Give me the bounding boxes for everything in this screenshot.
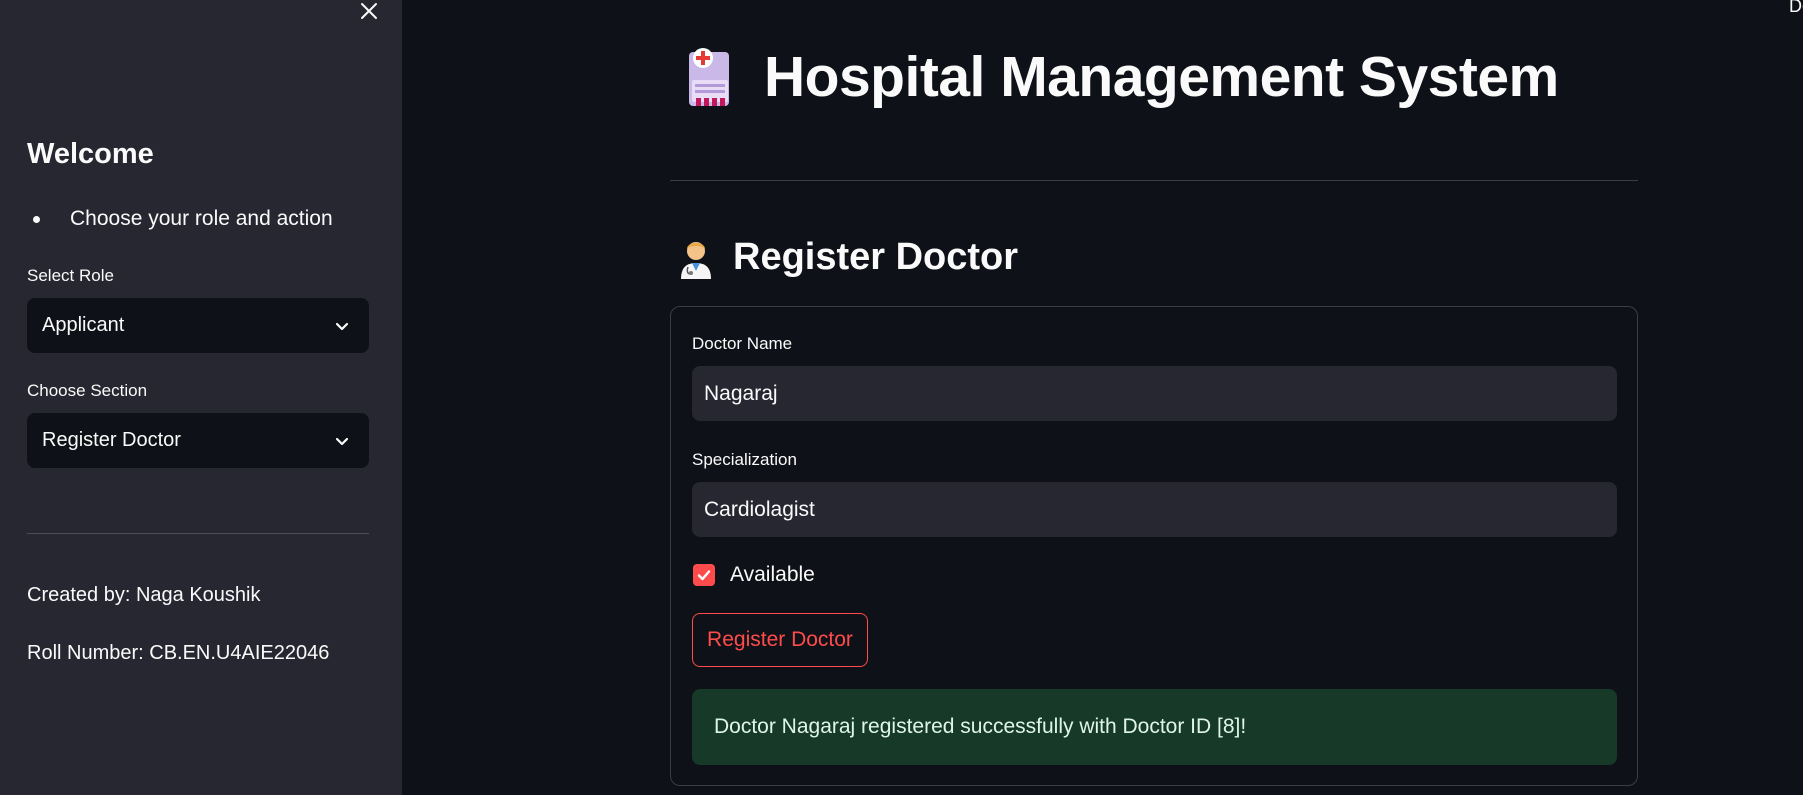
register-doctor-button[interactable]: Register Doctor bbox=[692, 613, 868, 667]
truncated-edge-text: Do bbox=[1789, 0, 1803, 16]
title-divider bbox=[670, 180, 1638, 181]
sidebar-bullet-text: Choose your role and action bbox=[70, 207, 333, 230]
sidebar-welcome-heading: Welcome bbox=[27, 138, 154, 170]
available-checkbox[interactable] bbox=[693, 564, 715, 586]
doctor-icon bbox=[681, 241, 711, 279]
select-role-dropdown[interactable]: Applicant bbox=[27, 298, 369, 353]
success-message: Doctor Nagaraj registered successfully w… bbox=[714, 715, 1247, 738]
register-doctor-form: Doctor Name Specialization Available Reg… bbox=[670, 306, 1638, 786]
choose-section-label: Choose Section bbox=[27, 381, 148, 400]
select-role-label: Select Role bbox=[27, 266, 114, 285]
available-label: Available bbox=[730, 563, 815, 586]
sidebar-bullet-item: Choose your role and action bbox=[30, 207, 333, 231]
doctor-name-label: Doctor Name bbox=[692, 334, 793, 353]
chevron-down-icon bbox=[335, 322, 349, 330]
chevron-down-icon bbox=[335, 437, 349, 445]
specialization-label: Specialization bbox=[692, 450, 797, 469]
page-title-text: Hospital Management System bbox=[764, 45, 1559, 109]
choose-section-value: Register Doctor bbox=[42, 429, 181, 451]
specialization-input[interactable] bbox=[692, 482, 1617, 537]
bullet-dot bbox=[33, 215, 40, 223]
section-heading-text: Register Doctor bbox=[733, 236, 1019, 278]
created-by-text: Created by: Naga Koushik bbox=[27, 584, 261, 606]
checkmark-icon bbox=[697, 570, 711, 581]
select-role-value: Applicant bbox=[42, 314, 125, 336]
roll-number-text: Roll Number: CB.EN.U4AIE22046 bbox=[27, 642, 330, 664]
success-alert: Doctor Nagaraj registered successfully w… bbox=[692, 689, 1617, 765]
page-title: Hospital Management System bbox=[686, 44, 1559, 110]
doctor-name-input[interactable] bbox=[692, 366, 1617, 421]
sidebar-divider bbox=[27, 533, 369, 534]
close-sidebar-button[interactable] bbox=[356, 0, 382, 22]
sidebar: Welcome Choose your role and action Sele… bbox=[0, 0, 402, 795]
choose-section-dropdown[interactable]: Register Doctor bbox=[27, 413, 369, 468]
section-heading: Register Doctor bbox=[677, 236, 1018, 279]
hospital-icon bbox=[689, 48, 729, 106]
available-checkbox-row[interactable]: Available bbox=[693, 563, 815, 587]
close-icon bbox=[361, 3, 377, 19]
